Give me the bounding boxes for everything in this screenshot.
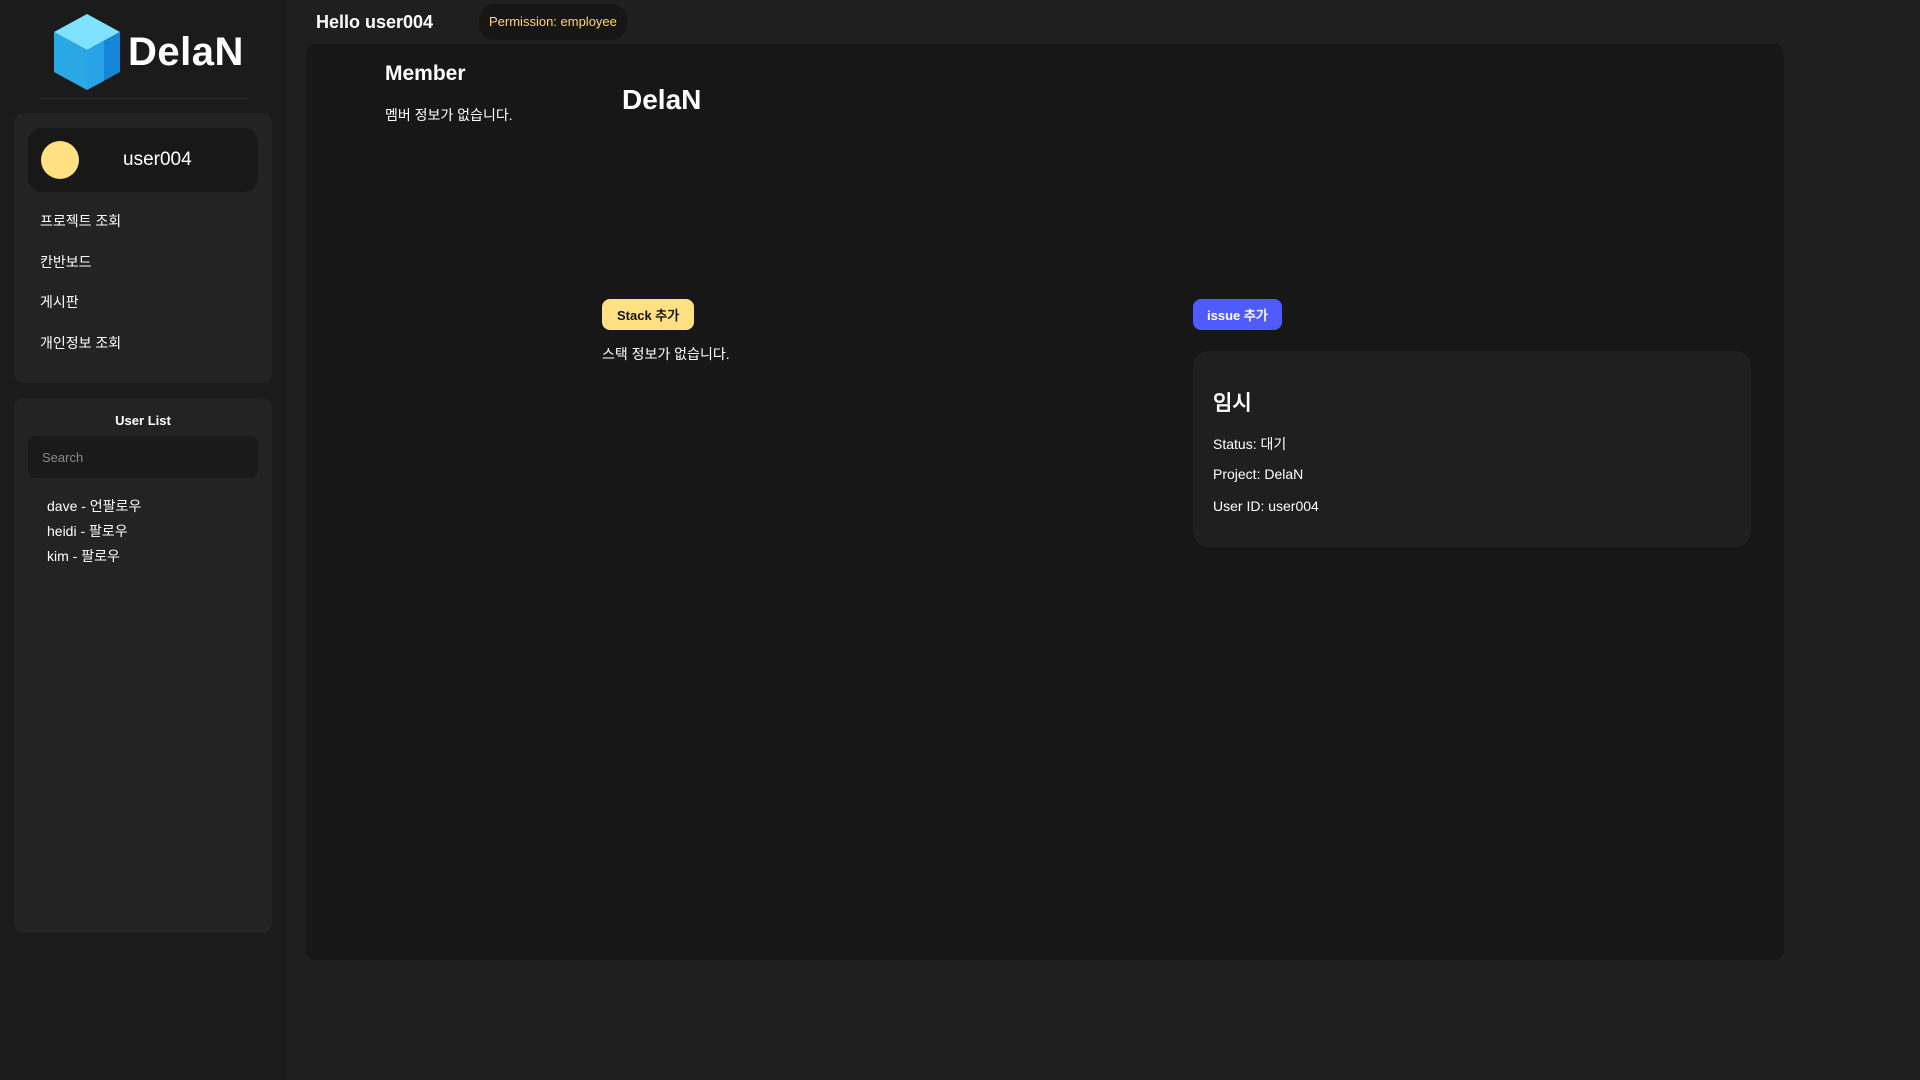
project-detail-panel: Member 멤버 정보가 없습니다. DelaN Stack 추가 스택 정보…	[306, 44, 1784, 960]
project-title: DelaN	[622, 84, 702, 115]
logo-divider	[40, 98, 248, 99]
stack-empty-message: 스택 정보가 없습니다.	[602, 346, 730, 362]
issue-project: Project: DelaN	[1213, 466, 1304, 482]
add-stack-button[interactable]: Stack 추가	[602, 299, 695, 330]
profile-username: user004	[123, 149, 192, 170]
add-issue-button[interactable]: issue 추가	[1193, 299, 1282, 330]
permission-badge: Permission: employee	[479, 4, 627, 40]
profile-card[interactable]: user004	[28, 128, 258, 192]
member-section-title: Member	[385, 62, 466, 85]
greeting: Hello user004	[316, 12, 434, 32]
nav-item-project-list[interactable]: 프로젝트 조회	[40, 211, 121, 231]
navigation-card: user004 프로젝트 조회 칸반보드 게시판 개인정보 조회	[14, 113, 272, 383]
issue-card[interactable]: 임시 Status: 대기 Project: DelaN User ID: us…	[1193, 351, 1751, 547]
issue-user-id: User ID: user004	[1213, 498, 1319, 514]
logo-text: DelaN	[128, 29, 244, 74]
user-search-input[interactable]	[28, 436, 258, 478]
user-list-item-dave[interactable]: dave - 언팔로우	[47, 496, 141, 516]
user-list-item-heidi[interactable]: heidi - 팔로우	[47, 521, 128, 541]
member-empty-message: 멤버 정보가 없습니다.	[385, 107, 513, 123]
user-list-item-kim[interactable]: kim - 팔로우	[47, 546, 120, 566]
nav-item-profile-info[interactable]: 개인정보 조회	[40, 333, 121, 353]
issue-title: 임시	[1213, 392, 1252, 415]
sidebar: DelaN user004 프로젝트 조회 칸반보드 게시판 개인정보 조회 U…	[0, 0, 287, 1080]
nav-item-board[interactable]: 게시판	[40, 292, 79, 312]
cube-logo-icon	[54, 14, 120, 90]
nav-item-kanban-board[interactable]: 칸반보드	[40, 252, 92, 272]
app-logo[interactable]: DelaN	[52, 12, 244, 92]
issue-status: Status: 대기	[1213, 436, 1287, 452]
user-list-title: User List	[115, 413, 171, 428]
user-list-panel: User List dave - 언팔로우 heidi - 팔로우 kim - …	[14, 398, 272, 933]
avatar	[41, 141, 79, 179]
